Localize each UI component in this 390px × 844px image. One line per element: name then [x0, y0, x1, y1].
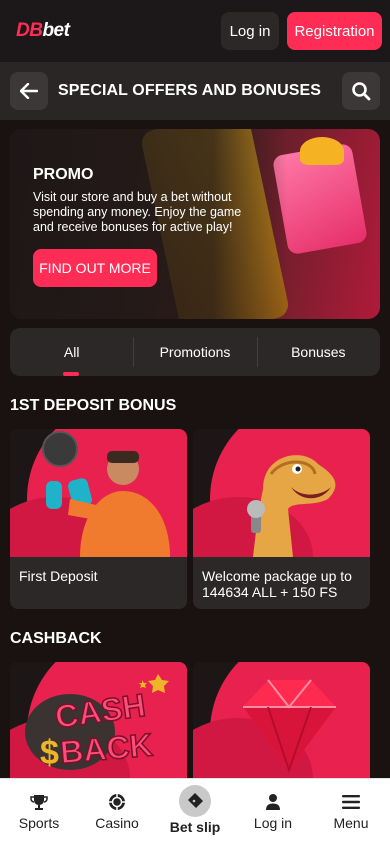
card-image: CASH BACK $	[10, 662, 187, 778]
nav-label: Sports	[18, 815, 60, 831]
trophy-icon	[30, 795, 48, 810]
top-bar: DBbet Log in Registration	[0, 0, 390, 62]
active-tab-indicator	[63, 372, 79, 376]
card-image	[10, 429, 187, 557]
tab-all[interactable]: All	[10, 328, 133, 376]
card-image	[193, 662, 370, 778]
section-title-first-deposit: 1ST DEPOSIT BONUS	[10, 397, 177, 414]
search-button[interactable]	[342, 72, 380, 110]
filter-tabs: All Promotions Bonuses	[10, 328, 380, 376]
nav-label: Log in	[253, 815, 293, 831]
tab-bonuses[interactable]: Bonuses	[256, 328, 380, 376]
banner-title: PROMO	[33, 166, 94, 183]
menu-icon	[342, 795, 360, 809]
bonus-card-cashback-gem[interactable]	[193, 662, 370, 778]
login-button[interactable]: Log in	[221, 12, 279, 50]
goalkeeper-illustration	[42, 431, 170, 557]
card-caption: Welcome package up to 144634 ALL + 150 F…	[202, 568, 352, 600]
card-caption: First Deposit	[19, 568, 98, 584]
promo-banner[interactable]: PROMO Visit our store and buy a bet with…	[10, 129, 380, 319]
banner-text: Visit our store and buy a bet without sp…	[33, 190, 242, 234]
nav-bet-slip[interactable]: Bet slip	[156, 779, 234, 835]
nav-label: Menu	[333, 815, 369, 831]
bonus-card-first-deposit[interactable]: First Deposit	[10, 429, 187, 609]
svg-text:$: $	[40, 734, 59, 772]
ticket-icon	[188, 793, 203, 808]
back-button[interactable]	[10, 72, 48, 110]
chip-icon	[109, 794, 125, 810]
dino-illustration	[247, 455, 336, 557]
nav-menu[interactable]: Menu	[312, 779, 390, 831]
registration-button[interactable]: Registration	[287, 12, 382, 50]
nav-sports[interactable]: Sports	[0, 779, 78, 831]
find-out-more-button[interactable]: FIND OUT MORE	[33, 249, 157, 287]
arrow-left-icon	[20, 83, 38, 99]
section-title-cashback: CASHBACK	[10, 630, 102, 647]
cashback-image-text-2: BACK	[59, 726, 154, 770]
user-icon	[266, 794, 280, 810]
nav-label: Casino	[95, 815, 139, 831]
nav-casino[interactable]: Casino	[78, 779, 156, 831]
bonus-card-welcome-package[interactable]: Welcome package up to 144634 ALL + 150 F…	[193, 429, 370, 609]
card-image	[193, 429, 370, 557]
nav-log-in[interactable]: Log in	[234, 779, 312, 831]
bottom-navigation: Sports Casino Bet slip Log in Menu	[0, 778, 390, 844]
bonus-card-cashback[interactable]: CASH BACK $	[10, 662, 187, 778]
gem-illustration	[243, 679, 336, 774]
dbbet-logo[interactable]: DBbet	[16, 20, 70, 42]
page-title: SPECIAL OFFERS AND BONUSES	[58, 82, 322, 99]
nav-label: Bet slip	[169, 819, 221, 835]
cashback-illustration: CASH BACK $	[25, 674, 169, 772]
page-header: SPECIAL OFFERS AND BONUSES	[0, 62, 390, 120]
tab-promotions[interactable]: Promotions	[133, 328, 256, 376]
search-icon	[352, 82, 371, 101]
